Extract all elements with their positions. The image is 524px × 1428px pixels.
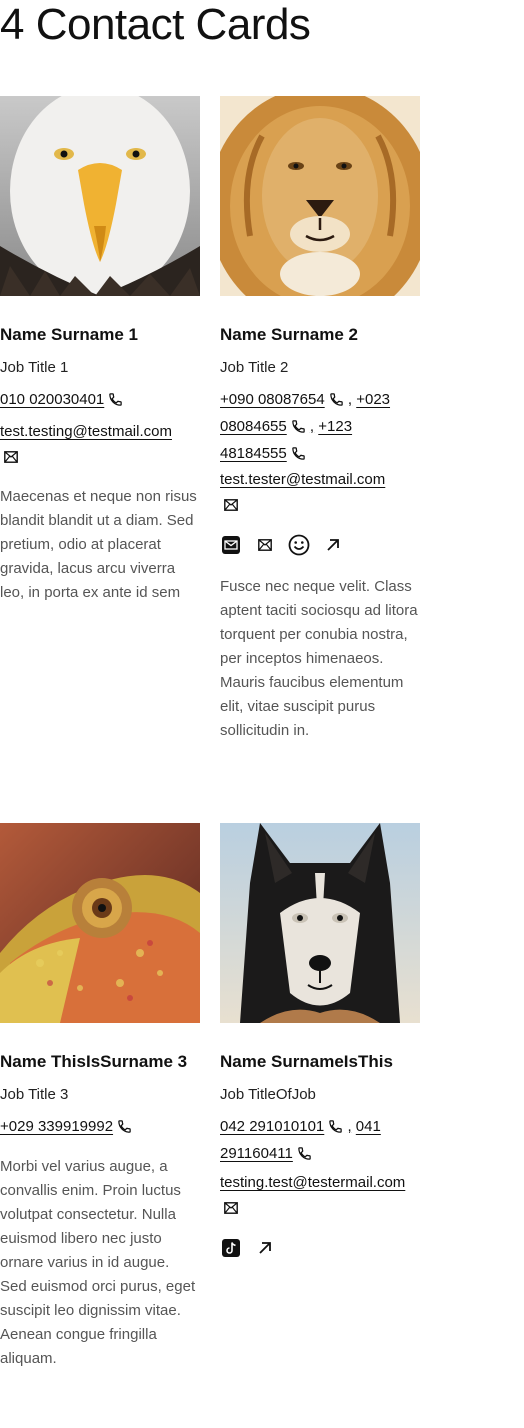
email-link[interactable]: test.tester@testmail.com xyxy=(220,471,385,488)
tiktok-icon[interactable] xyxy=(220,1237,242,1259)
email-link[interactable]: testing.test@testermail.com xyxy=(220,1174,405,1191)
arrow-up-right-icon[interactable] xyxy=(254,1237,276,1259)
envelope-solid-icon[interactable] xyxy=(220,534,242,556)
job-title: Job TitleOfJob xyxy=(220,1086,316,1103)
husky-photo xyxy=(220,823,420,1023)
social-links xyxy=(220,534,356,556)
chameleon-photo xyxy=(0,823,200,1023)
phone-link[interactable]: +029 339919992 xyxy=(0,1118,113,1135)
contact-name: Name SurnameIsThis xyxy=(220,1052,393,1071)
contact-card-4: Name SurnameIsThis Job TitleOfJob 042 29… xyxy=(220,823,420,1273)
job-title: Job Title 3 xyxy=(0,1086,69,1103)
phone-row: 042 291010101 , 041 291160411 xyxy=(220,1115,420,1169)
phone-icon xyxy=(328,1118,343,1142)
description: Morbi vel varius augue, a convallis enim… xyxy=(0,1158,196,1367)
envelope-icon xyxy=(224,495,238,519)
description: Maecenas et neque non risus blandit blan… xyxy=(0,488,197,601)
phone-row: +029 339919992 xyxy=(0,1115,200,1142)
job-title: Job Title 2 xyxy=(220,359,289,376)
email-row: test.tester@testmail.com xyxy=(220,468,420,519)
envelope-icon xyxy=(224,1198,238,1222)
lion-photo xyxy=(220,96,420,296)
separator: , xyxy=(347,391,353,408)
phone-link[interactable]: +090 08087654 xyxy=(220,391,325,408)
phone-icon xyxy=(329,391,344,415)
phone-icon xyxy=(291,445,306,469)
phone-icon xyxy=(291,418,306,442)
contact-name: Name ThisIsSurname 3 xyxy=(0,1052,188,1071)
email-row: test.testing@testmail.com xyxy=(0,420,200,471)
social-links xyxy=(220,1237,288,1259)
phone-link[interactable]: 010 020030401 xyxy=(0,391,104,408)
description: Fusce nec neque velit. Class aptent taci… xyxy=(220,578,418,739)
phone-link[interactable]: 042 291010101 xyxy=(220,1118,324,1135)
job-title: Job Title 1 xyxy=(0,359,69,376)
envelope-icon[interactable] xyxy=(254,534,276,556)
email-link[interactable]: test.testing@testmail.com xyxy=(0,423,172,440)
contact-card-1: Name Surname 1 Job Title 1 010 020030401… xyxy=(0,96,200,636)
contact-card-2: Name Surname 2 Job Title 2 +090 08087654… xyxy=(220,96,420,776)
contact-card-3: Name ThisIsSurname 3 Job Title 3 +029 33… xyxy=(0,823,200,1383)
phone-icon xyxy=(297,1145,312,1169)
phone-row: 010 020030401 xyxy=(0,388,200,415)
envelope-icon xyxy=(4,447,18,471)
phone-icon xyxy=(108,391,123,415)
separator: , xyxy=(347,1118,352,1135)
arrow-up-right-icon[interactable] xyxy=(322,534,344,556)
page-title: 4 Contact Cards xyxy=(0,0,311,49)
phone-row: +090 08087654 , +023 08084655 , +123 481… xyxy=(220,388,420,469)
smiley-icon[interactable] xyxy=(288,534,310,556)
contact-name: Name Surname 1 xyxy=(0,325,138,344)
eagle-photo xyxy=(0,96,200,296)
contact-name: Name Surname 2 xyxy=(220,325,358,344)
separator: , xyxy=(309,418,315,435)
email-row: testing.test@testermail.com xyxy=(220,1171,420,1222)
phone-icon xyxy=(117,1118,132,1142)
